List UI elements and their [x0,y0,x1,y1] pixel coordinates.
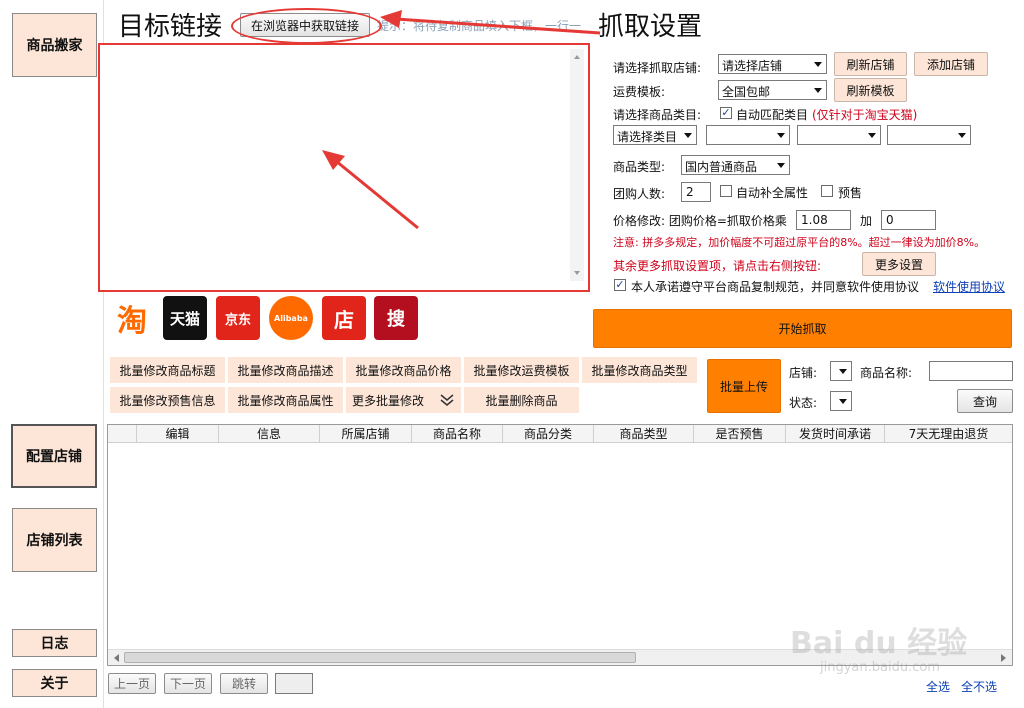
shipping-label: 运费模板: [613,85,666,99]
table-h-scroll-thumb[interactable] [124,652,636,663]
refresh-store-button[interactable]: 刷新店铺 [834,52,907,76]
price-label: 价格修改: 团购价格=抓取价格乘 [613,214,787,228]
category-select-1[interactable]: 请选择类目 [613,125,697,145]
group-count-label: 团购人数: [613,187,666,201]
start-fetch-button[interactable]: 开始抓取 [593,309,1012,348]
agree-checkbox[interactable]: ✓ [614,279,626,291]
filter-name-input[interactable] [929,361,1013,381]
settings-title: 抓取设置 [598,12,703,42]
chevron-down-icon [868,133,876,138]
table-col-header[interactable]: 信息 [219,425,320,442]
batch-edit-desc-button[interactable]: 批量修改商品描述 [228,357,343,383]
chevron-down-icon [814,88,822,93]
table-col-header[interactable]: 商品分类 [503,425,594,442]
next-page-button[interactable]: 下一页 [164,673,212,694]
table-col-header[interactable]: 所属店铺 [320,425,412,442]
category-select-3[interactable] [797,125,881,145]
batch-edit-presale-button[interactable]: 批量修改预售信息 [110,387,225,413]
more-batch-edit-label: 更多批量修改 [352,393,425,408]
auto-match-note: (仅针对于淘宝天猫) [812,108,918,122]
table-col-header[interactable]: 发货时间承诺 [786,425,885,442]
auto-match-label: 自动匹配类目 [736,108,809,122]
category-select-4[interactable] [887,125,971,145]
filter-name-label: 商品名称: [860,366,913,380]
price-plus-input[interactable]: 0 [881,210,936,230]
category-select-2[interactable] [706,125,790,145]
baidu-watermark: Bai du 经验 [790,626,968,661]
add-store-button[interactable]: 添加店铺 [914,52,988,76]
chevron-down-icon [684,133,692,138]
select-all-link[interactable]: 全选 [926,678,950,695]
goods-type-select[interactable]: 国内普通商品 [681,155,790,175]
store-select[interactable]: 请选择店铺 [718,54,827,74]
filter-store-select[interactable] [830,361,852,381]
prev-page-button[interactable]: 上一页 [108,673,156,694]
presale-checkbox[interactable] [821,185,833,197]
table-col-header[interactable]: 7天无理由退货 [885,425,1012,442]
goods-type-label: 商品类型: [613,160,666,174]
select-none-link[interactable]: 全不选 [961,678,997,695]
table-col-header[interactable]: 是否预售 [694,425,786,442]
table-col-header[interactable]: 商品名称 [412,425,503,442]
price-notice: 注意: 拼多多规定，加价幅度不可超过原平台的8%。超过一律设为加价8%。 [613,236,986,249]
batch-edit-price-button[interactable]: 批量修改商品价格 [346,357,461,383]
filter-store-label: 店铺: [789,366,818,380]
chevron-down-icon [814,62,822,67]
double-chevron-down-icon [440,394,454,406]
page-number-input[interactable] [275,673,313,694]
agree-label: 本人承诺遵守平台商品复制规范，并同意软件使用协议 [631,280,920,294]
batch-edit-type-button[interactable]: 批量修改商品类型 [582,357,697,383]
chevron-down-icon [777,163,785,168]
chevron-down-icon [839,399,847,404]
store-label: 请选择抓取店铺: [613,61,702,75]
refresh-template-button[interactable]: 刷新模板 [834,78,907,102]
jump-page-button[interactable]: 跳转 [220,673,268,694]
more-batch-edit-button[interactable]: 更多批量修改 [346,387,461,413]
jd-logo[interactable]: 京东 [216,296,260,340]
group-count-input[interactable]: 2 [681,182,711,202]
batch-edit-title-button[interactable]: 批量修改商品标题 [110,357,225,383]
filter-status-label: 状态: [789,396,818,410]
alibaba-logo[interactable]: Alibaba [269,296,313,340]
search-logo[interactable]: 搜 [374,296,418,340]
category-label: 请选择商品类目: [613,108,702,122]
batch-delete-button[interactable]: 批量删除商品 [464,387,579,413]
shipping-select[interactable]: 全国包邮 [718,80,827,100]
price-multiplier-input[interactable]: 1.08 [796,210,851,230]
chevron-down-icon [958,133,966,138]
query-button[interactable]: 查询 [957,389,1013,413]
auto-match-checkbox[interactable]: ✓ [720,107,732,119]
batch-upload-button[interactable]: 批量上传 [707,359,781,413]
filter-status-select[interactable] [830,391,852,411]
presale-label: 预售 [838,186,863,200]
store-logo[interactable]: 店 [322,296,366,340]
batch-edit-shipping-button[interactable]: 批量修改运费模板 [464,357,579,383]
tmall-logo[interactable]: 天猫 [163,296,207,340]
more-settings-button[interactable]: 更多设置 [862,252,936,276]
auto-attr-label: 自动补全属性 [736,186,809,200]
table-header: 编辑 信息 所属店铺 商品名称 商品分类 商品类型 是否预售 发货时间承诺 7天… [108,425,1012,443]
table-col-select [108,425,137,442]
table-col-header[interactable]: 商品类型 [594,425,694,442]
table-col-header[interactable]: 编辑 [137,425,219,442]
agreement-link[interactable]: 软件使用协议 [933,278,1005,295]
batch-edit-attr-button[interactable]: 批量修改商品属性 [228,387,343,413]
chevron-down-icon [777,133,785,138]
plus-label: 加 [860,214,873,228]
taobao-logo[interactable]: 淘 [110,296,154,340]
chevron-down-icon [839,369,847,374]
more-settings-notice: 其余更多抓取设置项，请点击右侧按钮: [613,259,822,273]
baidu-watermark-url: jingyan.baidu.com [820,660,940,675]
auto-attr-checkbox[interactable] [720,185,732,197]
